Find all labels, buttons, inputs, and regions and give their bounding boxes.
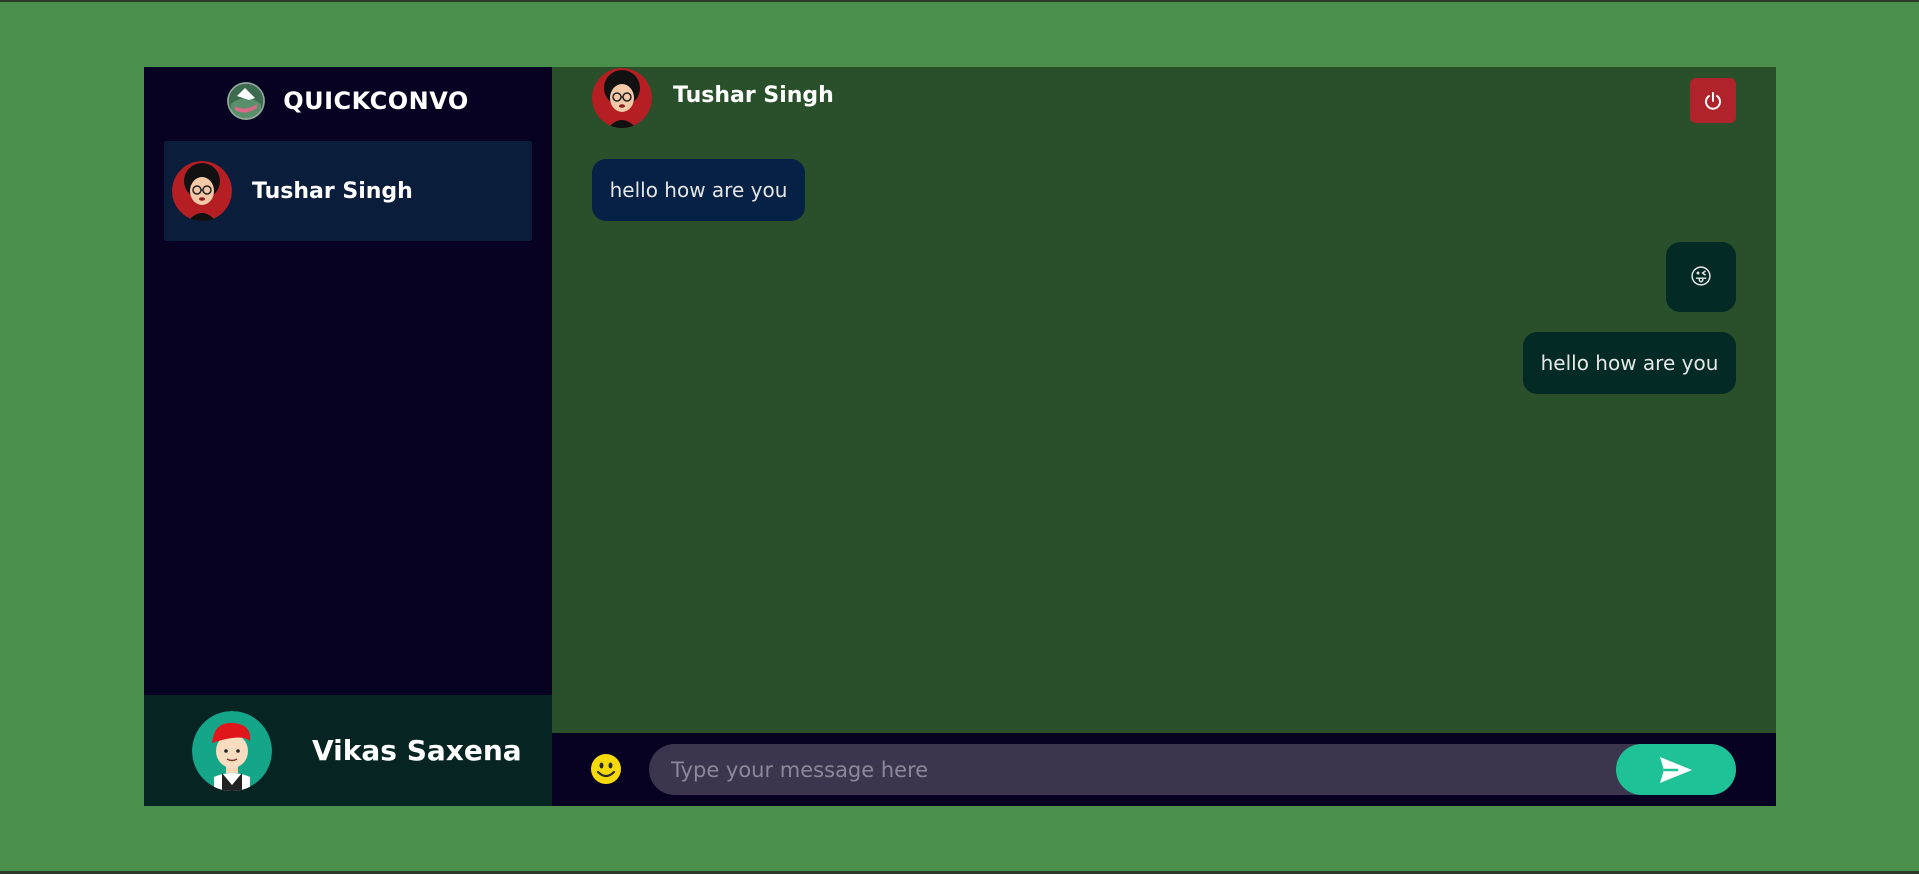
avatar xyxy=(592,68,652,128)
send-button[interactable] xyxy=(1616,744,1736,795)
avatar xyxy=(192,710,272,791)
chat-panel: Tushar Singh hello how are you 😜 hello h… xyxy=(552,67,1776,806)
message-input[interactable] xyxy=(649,744,1736,795)
send-icon xyxy=(1660,756,1692,783)
brand-name: QUICKCONVO xyxy=(283,87,469,115)
message-emoji: 😜 xyxy=(1689,264,1713,290)
emoji-picker-button[interactable] xyxy=(590,753,622,785)
current-user-name: Vikas Saxena xyxy=(312,734,522,767)
message-outgoing: 😜 xyxy=(1666,242,1736,312)
chat-app: QUICKCONVO Tushar Singh Vikas Saxena Tus… xyxy=(144,67,1776,806)
message-text: hello how are you xyxy=(609,178,788,202)
message-composer xyxy=(552,733,1776,806)
brand-header: QUICKCONVO xyxy=(144,67,552,135)
power-icon xyxy=(1705,91,1721,110)
message-text: hello how are you xyxy=(1540,351,1719,375)
chat-partner-name: Tushar Singh xyxy=(673,83,834,108)
smiley-icon xyxy=(591,754,621,784)
chat-header: Tushar Singh xyxy=(552,67,1776,131)
contact-item[interactable]: Tushar Singh xyxy=(164,141,532,241)
logout-button[interactable] xyxy=(1690,78,1736,123)
window-top-border xyxy=(0,0,1919,2)
message-incoming: hello how are you xyxy=(592,159,805,221)
message-outgoing: hello how are you xyxy=(1523,332,1736,394)
sidebar: QUICKCONVO Tushar Singh Vikas Saxena xyxy=(144,67,552,806)
contact-name: Tushar Singh xyxy=(252,178,413,204)
brand-logo xyxy=(227,82,266,120)
avatar xyxy=(172,161,232,221)
current-user-panel: Vikas Saxena xyxy=(144,695,552,806)
